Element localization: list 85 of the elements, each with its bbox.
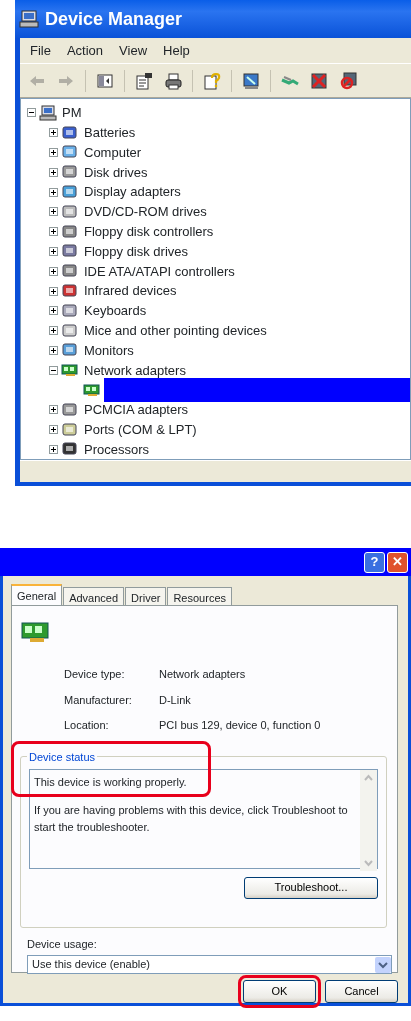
expand-icon[interactable] [49, 345, 58, 355]
computer-icon [39, 104, 57, 121]
tree-item[interactable]: IDE ATA/ATAPI controllers [82, 261, 237, 281]
device-icon [61, 322, 79, 339]
menu-item[interactable]: Action [60, 38, 110, 63]
expand-icon[interactable] [49, 207, 58, 217]
property-label: Device type: [64, 667, 126, 682]
tree-item[interactable]: Batteries [82, 122, 138, 143]
dialog-button[interactable]: Cancel [325, 980, 398, 1003]
property-label: Location: [64, 718, 110, 733]
tree-item[interactable]: Processors [82, 439, 152, 459]
tab[interactable]: Resources [167, 587, 232, 605]
expand-icon[interactable] [49, 167, 58, 177]
tree-item[interactable]: Floppy disk drives [82, 241, 191, 262]
expand-icon[interactable] [49, 425, 58, 435]
device-icon [61, 124, 79, 141]
expand-icon[interactable] [49, 246, 58, 256]
expand-icon[interactable] [49, 148, 58, 157]
network-card-icon [61, 363, 79, 378]
dialog-button[interactable]: OK [243, 980, 316, 1003]
status-text: This device is working properly. [34, 774, 188, 790]
device-icon [61, 203, 79, 220]
device-icon [61, 302, 79, 319]
expand-icon[interactable] [49, 187, 58, 197]
tree-item[interactable]: Ports (COM & LPT) [82, 419, 199, 440]
tree-item[interactable]: Floppy disk controllers [82, 221, 216, 242]
tree-item[interactable]: Keyboards [82, 301, 149, 321]
uninstall-icon[interactable] [310, 71, 328, 90]
property-value: PCI bus 129, device 0, function 0 [159, 718, 322, 733]
menu-item[interactable]: File [24, 38, 57, 63]
device-icon [61, 184, 79, 201]
close-button[interactable]: ✕ [387, 551, 408, 573]
property-value: Network adapters [159, 667, 247, 682]
collapse-icon[interactable] [49, 365, 58, 375]
device-icon [61, 342, 79, 359]
tab[interactable]: General [11, 584, 63, 605]
tab[interactable]: Driver [125, 587, 167, 605]
menu-item[interactable]: View [113, 38, 154, 63]
printer-icon[interactable] [164, 71, 182, 90]
tree-item[interactable]: Computer [82, 142, 144, 163]
tree-item[interactable]: Mice and other pointing devices [82, 320, 269, 341]
expand-icon[interactable] [49, 405, 58, 415]
expand-icon[interactable] [49, 306, 58, 316]
device-icon [61, 223, 79, 240]
pane-icon[interactable] [96, 71, 114, 90]
tree-item[interactable]: PM [60, 103, 84, 123]
computer-icon [19, 10, 39, 28]
tab[interactable]: Advanced [63, 587, 125, 605]
tree-item[interactable]: Infrared devices [82, 281, 179, 301]
tree-item[interactable]: PCMCIA adapters [82, 400, 191, 420]
property-label: Manufacturer: [64, 692, 133, 708]
collapse-icon[interactable] [27, 108, 36, 118]
expand-icon[interactable] [49, 444, 58, 454]
window-title: Device Manager [45, 7, 183, 31]
property-value: D-Link [159, 692, 192, 708]
device-icon [61, 421, 79, 438]
expand-icon[interactable] [49, 266, 58, 276]
help-icon[interactable] [203, 71, 221, 90]
status-text: If you are having problems with this device, click Troubleshoot to start the troubleshooter. [34, 803, 349, 835]
tree-item[interactable]: Monitors [82, 340, 136, 361]
expand-icon[interactable] [49, 286, 58, 296]
device-usage-dropdown[interactable]: Use this device (enable) [27, 955, 392, 974]
selected-tree-item[interactable] [104, 378, 410, 403]
field-label: Device usage: [27, 936, 98, 952]
tree-item[interactable]: Network adapters [82, 360, 188, 380]
device-icon [61, 144, 79, 161]
network-card-icon [20, 620, 52, 644]
properties-icon[interactable] [135, 71, 153, 90]
tree-item[interactable]: DVD/CD-ROM drives [82, 202, 209, 222]
network-card-icon [83, 383, 101, 398]
device-icon [61, 283, 79, 300]
device-icon [61, 164, 79, 181]
tree-item[interactable]: Display adapters [82, 182, 183, 202]
disable-icon[interactable] [339, 71, 357, 90]
troubleshoot-button[interactable]: Troubleshoot... [244, 876, 378, 899]
expand-icon[interactable] [49, 326, 58, 336]
tree-item[interactable]: Disk drives [82, 162, 150, 183]
expand-icon[interactable] [49, 227, 58, 237]
device-icon [61, 401, 79, 418]
device-icon [61, 243, 79, 260]
device-icon [61, 263, 79, 280]
expand-icon[interactable] [49, 128, 58, 138]
menu-item[interactable]: Help [157, 38, 196, 63]
monitor-icon[interactable] [242, 71, 260, 90]
help-button[interactable]: ? [364, 551, 385, 573]
